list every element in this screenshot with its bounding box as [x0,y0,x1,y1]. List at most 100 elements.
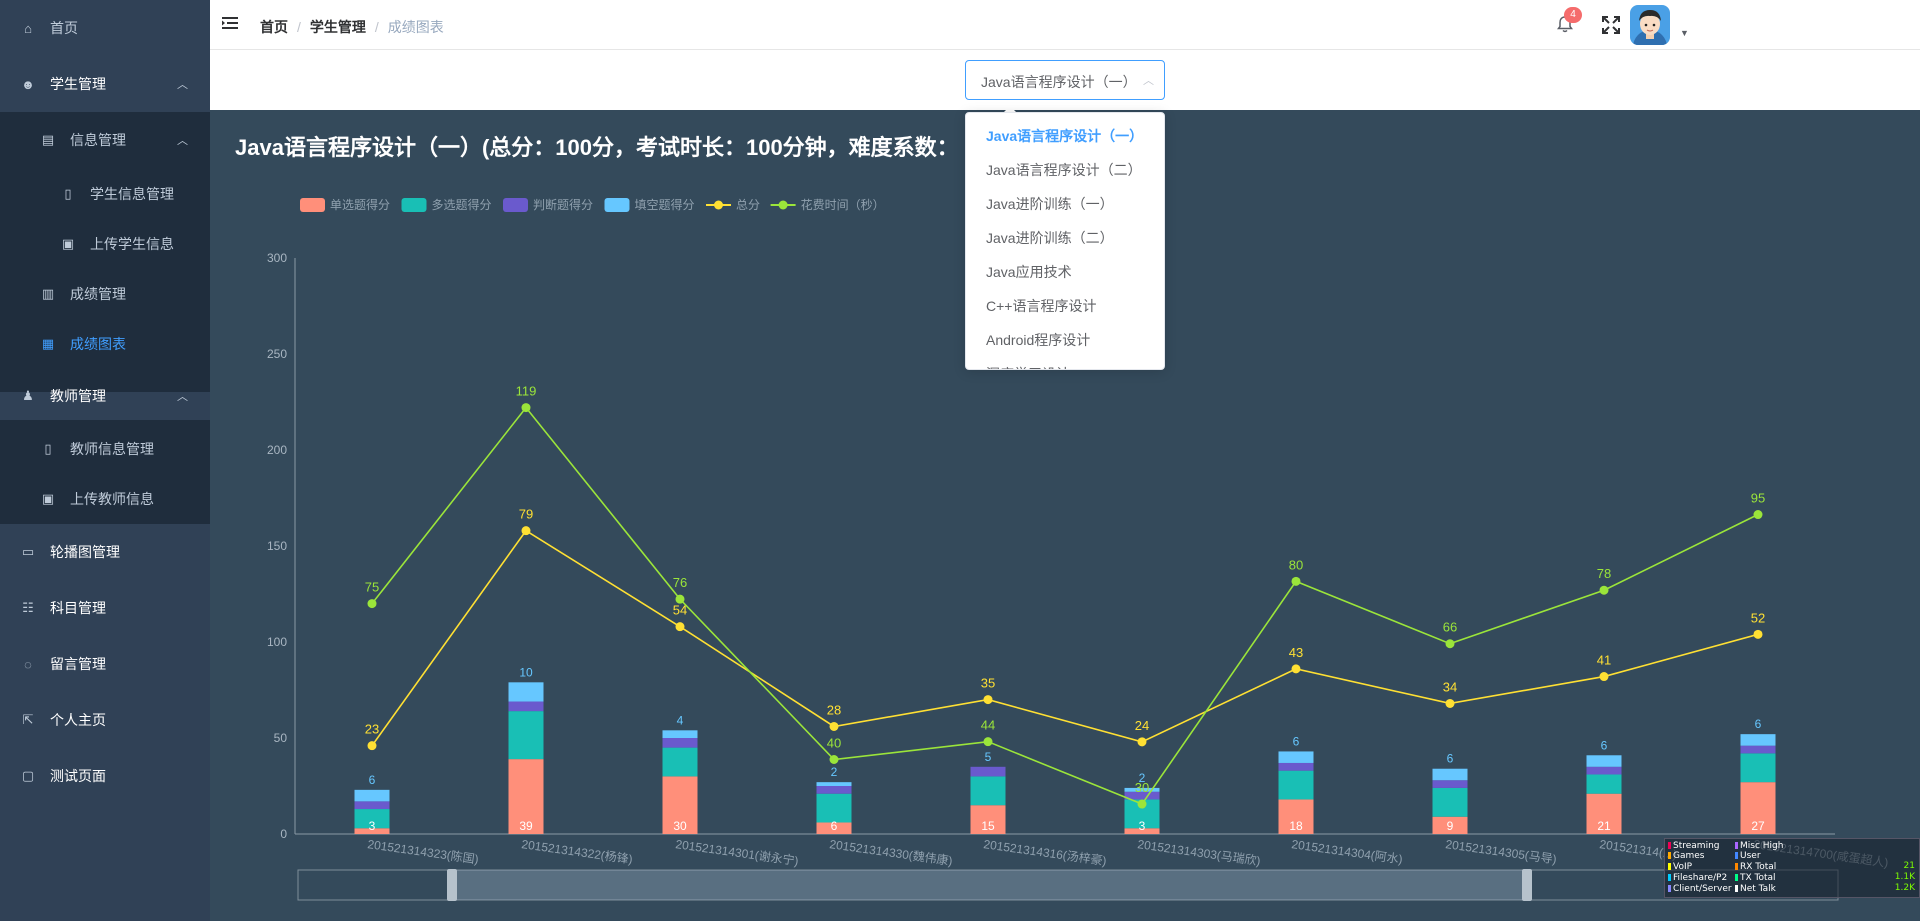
sidebar-item-subjects[interactable]: ☷ 科目管理 [0,580,210,636]
bar-segment [662,747,698,777]
series-point-label: 78 [1597,566,1611,581]
x-category-label: 201521314323(陈国) [367,836,480,866]
teacher-icon: ♟ [22,388,34,403]
series-point-label: 95 [1751,491,1765,506]
bar-segment [1586,774,1622,794]
series-point-label: 40 [827,736,841,751]
bar-segment [1278,751,1314,763]
breadcrumb-separator: / [374,19,379,35]
bar-segment [354,789,390,802]
widget-label: Net Talk [1735,884,1776,894]
chevron-up-icon: ︿ [1143,75,1154,87]
legend-label: 花费时间（秒） [801,197,885,212]
series-point-label: 44 [981,718,995,733]
student-icon: ☻ [21,76,35,92]
sidebar-item-upload-student[interactable]: ▣ 上传学生信息 [0,216,210,272]
widget-label: Streaming [1668,841,1719,851]
sidebar-item-upload-teacher[interactable]: ▣ 上传教师信息 [0,471,210,527]
sidebar-item-messages[interactable]: ◌ 留言管理 [0,636,210,692]
widget-label: VoIP [1668,862,1692,872]
bar-label-single: 15 [981,819,995,833]
bar-label-single: 18 [1289,819,1303,833]
x-category-label: 201521314322(杨锋) [521,836,634,866]
test-icon: ▢ [21,768,35,783]
breadcrumb-home[interactable]: 首页 [260,19,288,35]
bar-label-top: 5 [985,750,992,764]
fullscreen-icon[interactable] [1601,15,1621,35]
legend-swatch [503,198,528,212]
dropdown-option[interactable]: C++语言程序设计 [966,289,1164,323]
x-category-label: 201521314330(魏伟康) [829,836,954,868]
caret-down-icon[interactable]: ▼ [1680,28,1689,38]
legend-swatch [401,198,427,212]
zoom-handle-right [1522,869,1532,901]
bar-segment [816,786,852,794]
dropdown-option[interactable]: Java语言程序设计（一） [966,119,1164,153]
x-category-label: 201521314316(汤梓豪) [983,836,1108,868]
excel-icon: ▣ [61,236,75,251]
breadcrumb-student[interactable]: 学生管理 [310,19,366,35]
series-line [371,406,1759,806]
x-category-label: 201521314305(马导) [1445,837,1558,866]
file-icon: ▯ [64,186,72,201]
sidebar-item-home[interactable]: ⌂ 首页 [0,0,210,56]
bar-segment [970,776,1006,806]
bar-label-top: 2 [831,765,838,779]
bar-segment [508,701,544,712]
y-tick-label: 250 [267,347,287,361]
carousel-icon: ▭ [21,544,35,559]
dropdown-option[interactable]: Java进阶训练（一） [966,187,1164,221]
bar-label-top: 4 [677,713,684,727]
sidebar-item-teacher-info[interactable]: ▯ 教师信息管理 [0,421,210,477]
bar-segment [662,730,698,738]
home-icon: ⌂ [24,20,32,36]
series-line [371,529,1759,747]
sidebar-item-carousel[interactable]: ▭ 轮播图管理 [0,524,210,580]
widget-label: User [1735,851,1761,861]
dropdown-option[interactable]: Android程序设计 [966,323,1164,357]
hamburger-icon[interactable] [222,16,238,30]
legend-label: 总分 [736,198,760,212]
breadcrumb-current: 成绩图表 [387,19,444,35]
external-link-icon: ⇱ [22,712,34,727]
subject-icon: ☷ [22,600,34,615]
sidebar-item-student-info[interactable]: ▯ 学生信息管理 [0,166,210,222]
bar-label-single: 6 [831,819,838,833]
series-point-label: 75 [365,580,379,595]
sidebar: ⌂ 首页 ☻ 学生管理 ︿ ▤ 信息管理 ︿ ▯ 学生信息管理 ▣ 上传学生信息… [0,0,210,921]
bar-label-top: 6 [369,773,376,787]
widget-value: 21 [1903,861,1915,871]
y-tick-label: 200 [267,443,287,457]
dropdown-option[interactable]: Java语言程序设计（二） [966,153,1164,187]
sidebar-item-score-management[interactable]: ▥ 成绩管理 [0,266,210,322]
sidebar-item-student-management[interactable]: ☻ 学生管理 ︿ [0,56,210,112]
sidebar-item-profile[interactable]: ⇱ 个人主页 [0,692,210,748]
series-point [1753,510,1763,520]
series-point-label: 34 [1443,679,1457,694]
avatar[interactable] [1630,5,1670,45]
dropdown-option[interactable]: Java进阶训练（二） [966,221,1164,255]
series-point-label: 79 [519,507,533,522]
series-point-label: 80 [1289,557,1303,572]
sidebar-item-teacher-management[interactable]: ♟ 教师管理 ︿ [0,368,210,424]
bar-segment [1586,766,1622,775]
sidebar-item-info-management[interactable]: ▤ 信息管理 ︿ [0,112,210,168]
widget-label: RX Total [1735,862,1776,872]
bar-segment [1278,762,1314,771]
sidebar-item-score-chart[interactable]: ▦ 成绩图表 [0,316,210,372]
select-strip: Java语言程序设计（一） ︿ [210,50,1920,110]
course-select[interactable]: Java语言程序设计（一） ︿ [965,60,1165,100]
bar-segment [1740,734,1776,746]
bar-label-single: 9 [1447,819,1454,833]
sidebar-item-test[interactable]: ▢ 测试页面 [0,748,210,804]
series-point [521,526,531,536]
dropdown-option[interactable]: 深度学习设计 [966,357,1164,369]
series-point [829,721,839,731]
dropdown-option[interactable]: Java应用技术 [966,255,1164,289]
bar-label-top: 6 [1447,752,1454,766]
series-point [367,741,377,751]
bar-segment [1432,768,1468,781]
bar-label-single: 3 [369,819,376,833]
bar-segment [354,801,390,810]
bar-label-top: 10 [519,665,533,679]
